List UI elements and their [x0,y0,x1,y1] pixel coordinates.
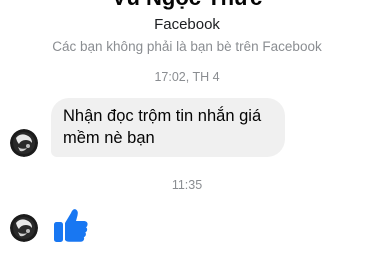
message-timestamp: 17:02, TH 4 [154,70,220,84]
sender-avatar[interactable] [10,214,38,242]
thumbs-up-icon [54,209,88,242]
contact-name: Vũ Ngọc Thức [0,0,374,11]
thumbs-up-message[interactable] [52,206,90,244]
sender-avatar[interactable] [10,129,38,157]
message-bubble[interactable]: Nhận đọc trộm tin nhắn giá mềm nè bạn [51,98,285,157]
avatar-icon [10,214,38,242]
contact-source: Facebook [154,16,220,33]
avatar-icon [10,129,38,157]
relationship-note: Các bạn không phải là bạn bè trên Facebo… [52,39,322,54]
message-timestamp: 11:35 [171,178,203,192]
